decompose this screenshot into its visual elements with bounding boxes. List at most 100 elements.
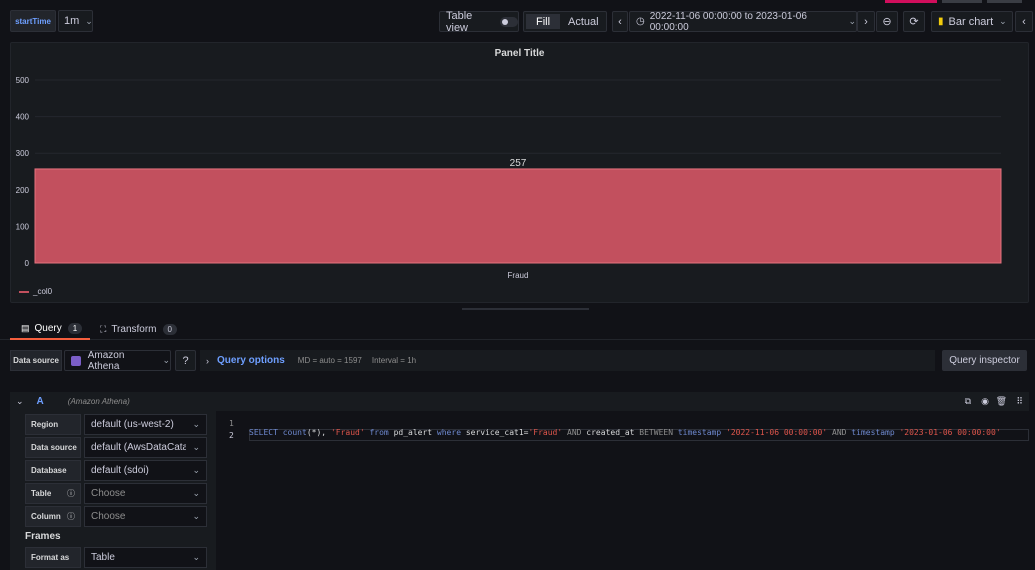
fill-button[interactable]: Fill [526, 14, 560, 29]
column-placeholder: Choose [91, 511, 126, 522]
fill-actual-group: Fill Actual [523, 11, 607, 32]
sql-token: where [436, 428, 462, 437]
sql-line-1: SELECT count(*), 'Fraud' from pd_alert w… [249, 419, 1001, 437]
x-tick-label: Fraud [508, 271, 529, 280]
region-value: default (us-west-2) [91, 419, 174, 430]
table-label-row: Table ⓘ [25, 483, 81, 504]
sql-token: pd_alert [393, 428, 433, 437]
transform-icon: ⛶ [100, 323, 107, 334]
line-number-2: 2 [229, 431, 234, 440]
datasource-catalog-value: default (AwsDataCata... [91, 442, 187, 453]
zoom-out-icon: ⊖ [882, 16, 892, 28]
variable-select[interactable]: 1m ⌄ [58, 10, 93, 32]
tab-query[interactable]: ▤ Query 1 [10, 318, 90, 340]
panel: Panel Title 500 400 300 200 100 0 257 Fraud _co… [10, 42, 1029, 303]
trash-icon[interactable]: 🗑 [996, 396, 1007, 407]
bar-chart-icon: ▮ [938, 16, 944, 27]
drag-handle-icon[interactable]: ⠿ [1016, 396, 1023, 407]
refresh-button[interactable]: ⟳ [903, 11, 925, 32]
actual-button[interactable]: Actual [568, 16, 599, 28]
pane-resize-handle[interactable] [462, 308, 589, 310]
datasource-picker[interactable]: Amazon Athena ⌄ [64, 349, 171, 372]
region-label: Region [25, 414, 81, 435]
sql-token: timestamp [677, 428, 722, 437]
query-ref-id[interactable]: A [37, 396, 44, 407]
toggle-switch[interactable] [499, 16, 518, 27]
tab-transform-label: Transform [111, 323, 157, 335]
frames-heading: Frames [25, 531, 61, 542]
time-back-button[interactable]: ‹ [612, 11, 628, 32]
variable-value: 1m [64, 15, 80, 27]
query-row-header: ⌄ A (Amazon Athena) ⧉ ◉ 🗑 ⠿ [10, 392, 1029, 411]
bar[interactable] [34, 168, 1002, 264]
sql-editor[interactable]: 1 2 SELECT count(*), 'Fraud' from pd_ale… [217, 414, 1029, 570]
question-circle-icon: ? [182, 354, 189, 367]
y-tick-label: 500 [16, 76, 30, 85]
format-value: Table [91, 552, 115, 563]
eye-icon[interactable]: ◉ [981, 396, 989, 407]
y-tick-label: 0 [25, 259, 30, 268]
sql-token: timestamp [851, 428, 895, 437]
sql-token: count [282, 428, 307, 437]
time-forward-button[interactable]: › [857, 11, 875, 32]
zoom-out-button[interactable]: ⊖ [876, 11, 898, 32]
bar-value-label: 257 [510, 158, 527, 169]
variable-label: startTime [10, 10, 56, 32]
line-number-1: 1 [229, 419, 234, 428]
region-select[interactable]: default (us-west-2) ⌄ [84, 414, 207, 435]
format-label: Format as [25, 547, 81, 568]
table-view-label: Table view [446, 9, 473, 34]
visualization-picker[interactable]: ▮ Bar chart ⌄ [931, 11, 1013, 32]
y-tick-label: 300 [16, 149, 30, 158]
query-ds-name: (Amazon Athena) [67, 397, 130, 406]
column-label: Column [31, 512, 61, 521]
time-range-picker[interactable]: ◷ 2022-11-06 00:00:00 to 2023-01-06 00:0… [629, 10, 857, 33]
database-label: Database [25, 460, 81, 481]
database-icon: ▤ [21, 322, 30, 333]
time-range-text: 2022-11-06 00:00:00 to 2023-01-06 00:00:… [649, 10, 807, 33]
tab-transform-count: 0 [162, 323, 177, 335]
duplicate-icon[interactable]: ⧉ [965, 396, 971, 407]
collapse-options-button[interactable]: ‹ [1015, 11, 1033, 32]
info-icon: ⓘ [67, 489, 75, 498]
sql-token: service_cat1= [465, 428, 529, 437]
datasource-label: Data source [10, 350, 62, 371]
apply-button[interactable] [987, 0, 1022, 3]
refresh-icon: ⟳ [909, 16, 919, 28]
sql-token: '2022-11-06 00:00:00' [726, 428, 828, 437]
discard-button[interactable] [885, 0, 937, 3]
interval-info: Interval = 1h [371, 356, 417, 365]
database-value: default (sdoi) [91, 465, 149, 476]
legend[interactable]: _col0 [19, 287, 52, 296]
datasource-help-button[interactable]: ? [175, 350, 196, 371]
tab-transform[interactable]: ⛶ Transform 0 [100, 318, 190, 340]
datasource-catalog-select[interactable]: default (AwsDataCata... ⌄ [84, 437, 207, 458]
sql-token: 'Fraud' [528, 428, 563, 437]
clock-icon: ◷ [636, 16, 645, 27]
collapse-chevron-icon[interactable]: ⌄ [16, 396, 24, 407]
column-label-row: Column ⓘ [25, 506, 81, 527]
y-tick-label: 200 [16, 186, 30, 195]
database-select[interactable]: default (sdoi) ⌄ [84, 460, 207, 481]
y-tick-label: 100 [16, 222, 30, 231]
chevron-down-icon: ⌄ [999, 16, 1007, 26]
chevron-down-icon: ⌄ [192, 552, 200, 562]
info-icon: ⓘ [67, 512, 75, 521]
sql-token: AND [832, 428, 847, 437]
table-view-toggle[interactable]: Table view [439, 9, 519, 34]
query-inspector-button[interactable]: Query inspector [942, 350, 1027, 371]
query-options[interactable]: › Query options MD = auto = 1597 Interva… [200, 350, 935, 371]
viz-label: Bar chart [948, 15, 994, 28]
format-select[interactable]: Table ⌄ [84, 547, 207, 568]
tab-query-count: 1 [67, 322, 83, 334]
save-button[interactable] [942, 0, 982, 3]
chevron-down-icon: ⌄ [192, 465, 200, 475]
chevron-down-icon: ⌄ [192, 419, 200, 429]
column-select[interactable]: Choose ⌄ [84, 506, 207, 527]
sql-token: AND [567, 428, 582, 437]
chevron-right-icon: › [206, 355, 209, 366]
sql-token: created_at [586, 428, 635, 437]
datasource-value: Amazon Athena [87, 349, 125, 372]
md-info: MD = auto = 1597 [297, 356, 362, 365]
table-select[interactable]: Choose ⌄ [84, 483, 207, 504]
